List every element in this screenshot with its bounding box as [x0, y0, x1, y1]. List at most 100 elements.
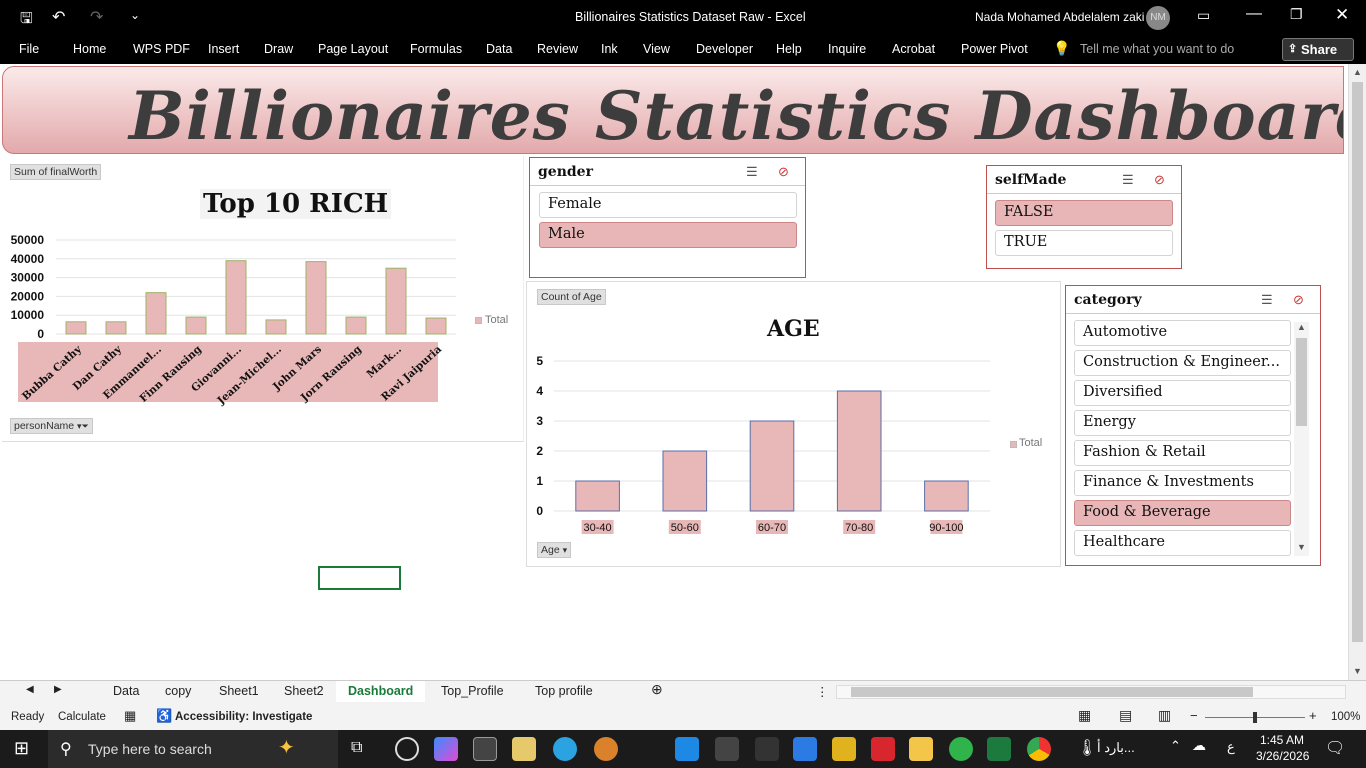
- accessibility-status[interactable]: Accessibility: Investigate: [175, 711, 312, 723]
- category-item-diversified[interactable]: Diversified: [1074, 380, 1291, 406]
- scroll-down-icon[interactable]: ▼: [1297, 542, 1306, 552]
- selfmade-item-true[interactable]: TRUE: [995, 230, 1173, 256]
- category-item-construction[interactable]: Construction & Engineer...: [1074, 350, 1291, 376]
- task-view-icon[interactable]: ⧉: [351, 739, 362, 757]
- tab-draw[interactable]: Draw: [264, 42, 293, 56]
- tab-copy[interactable]: copy: [165, 684, 191, 698]
- clear-filter-icon[interactable]: ⊘: [778, 164, 789, 180]
- vertical-scrollbar[interactable]: ▲ ▼: [1348, 64, 1366, 680]
- scroll-down-icon[interactable]: ▼: [1353, 666, 1362, 676]
- gender-slicer[interactable]: gender ☰ ⊘ Female Male: [529, 157, 806, 278]
- scroll-thumb[interactable]: [1296, 338, 1307, 426]
- clear-filter-icon[interactable]: ⊘: [1293, 292, 1304, 308]
- clock-time[interactable]: 1:45 AM: [1260, 733, 1304, 747]
- tab-formulas[interactable]: Formulas: [410, 42, 462, 56]
- tab-dashboard[interactable]: Dashboard: [336, 681, 426, 703]
- gender-item-male[interactable]: Male: [539, 222, 797, 248]
- tab-review[interactable]: Review: [537, 42, 578, 56]
- clear-filter-icon[interactable]: ⊘: [1154, 172, 1165, 188]
- weather-icon[interactable]: 🌡: [1077, 738, 1097, 758]
- zoom-in-icon[interactable]: +: [1309, 708, 1317, 723]
- tab-page-layout[interactable]: Page Layout: [318, 42, 388, 56]
- terminal-icon[interactable]: [473, 737, 497, 761]
- status-calculate[interactable]: Calculate: [58, 711, 106, 723]
- excel-icon[interactable]: [987, 737, 1011, 761]
- app-icon[interactable]: [594, 737, 618, 761]
- clock-date[interactable]: 3/26/2026: [1256, 749, 1309, 763]
- tab-ink[interactable]: Ink: [601, 42, 618, 56]
- tab-home[interactable]: Home: [73, 42, 106, 56]
- tab-sheet1[interactable]: Sheet1: [219, 684, 259, 698]
- wps-icon[interactable]: [871, 737, 895, 761]
- top-rich-chart[interactable]: Sum of finalWorth Top 10 RICH 0 10000 2000…: [2, 156, 524, 442]
- tab-top-profile[interactable]: Top profile: [535, 684, 593, 698]
- multi-select-icon[interactable]: ☰: [746, 164, 758, 180]
- category-slicer[interactable]: category ☰ ⊘ Automotive Construction & E…: [1065, 285, 1321, 566]
- file-explorer-icon[interactable]: [909, 737, 933, 761]
- minimize-icon[interactable]: —: [1246, 5, 1262, 23]
- category-item-finance[interactable]: Finance & Investments: [1074, 470, 1291, 496]
- store-icon[interactable]: [512, 737, 536, 761]
- undo-icon[interactable]: ↶: [52, 7, 65, 27]
- category-item-energy[interactable]: Energy: [1074, 410, 1291, 436]
- horizontal-scrollbar[interactable]: [836, 685, 1346, 699]
- tab-file[interactable]: File: [19, 42, 39, 56]
- autosave-icon[interactable]: 🖫: [20, 8, 33, 33]
- active-cell[interactable]: [318, 566, 401, 590]
- app-icon[interactable]: [832, 737, 856, 761]
- tab-inquire[interactable]: Inquire: [828, 42, 866, 56]
- age-chart[interactable]: Count of Age AGE 0 1 2 3 4 5 30-40 50-60 60-70 70…: [526, 281, 1061, 567]
- share-button[interactable]: ⇪ Share: [1282, 38, 1354, 61]
- scroll-up-icon[interactable]: ▲: [1353, 67, 1362, 77]
- hscroll-thumb[interactable]: [851, 687, 1253, 697]
- category-item-fashion[interactable]: Fashion & Retail: [1074, 440, 1291, 466]
- user-name[interactable]: Nada Mohamed Abdelalem zaki: [975, 10, 1144, 24]
- tab-developer[interactable]: Developer: [696, 42, 753, 56]
- whatsapp-icon[interactable]: [949, 737, 973, 761]
- tab-wps-pdf[interactable]: WPS PDF: [133, 42, 190, 56]
- windows-start-icon[interactable]: ⊞: [14, 738, 29, 759]
- multi-select-icon[interactable]: ☰: [1122, 172, 1134, 188]
- dashboard-banner[interactable]: Billionaires Statistics Dashboard - 2: [2, 66, 1344, 154]
- taskbar-search[interactable]: ⚲ Type here to search ✦: [48, 730, 338, 768]
- tray-chevron-icon[interactable]: ⌃: [1170, 738, 1181, 754]
- scroll-thumb[interactable]: [1352, 82, 1363, 642]
- multi-select-icon[interactable]: ☰: [1261, 292, 1273, 308]
- zoom-level[interactable]: 100%: [1331, 711, 1360, 723]
- zoom-slider-thumb[interactable]: [1253, 712, 1257, 723]
- onedrive-icon[interactable]: ☁: [1192, 737, 1206, 754]
- page-layout-view-icon[interactable]: ▤: [1119, 707, 1132, 724]
- page-break-view-icon[interactable]: ▥: [1158, 707, 1171, 724]
- close-icon[interactable]: ✕: [1335, 5, 1349, 25]
- add-sheet-icon[interactable]: ⊕: [651, 681, 663, 698]
- tab-insert[interactable]: Insert: [208, 42, 239, 56]
- category-scrollbar[interactable]: ▲ ▼: [1294, 322, 1309, 556]
- azure-icon[interactable]: [793, 737, 817, 761]
- notifications-icon[interactable]: 🗨: [1325, 738, 1345, 758]
- tab-top-profile-underscore[interactable]: Top_Profile: [441, 684, 504, 698]
- restore-icon[interactable]: ❐: [1290, 6, 1303, 23]
- ribbon-display-icon[interactable]: ▭: [1197, 7, 1210, 24]
- vscode-icon[interactable]: [675, 737, 699, 761]
- age-filter-button[interactable]: Age ▾: [537, 542, 572, 558]
- customize-qat-icon[interactable]: ⌄: [130, 8, 140, 22]
- zoom-slider[interactable]: [1205, 712, 1305, 723]
- tab-sheet2[interactable]: Sheet2: [284, 684, 324, 698]
- selfmade-item-false[interactable]: FALSE: [995, 200, 1173, 226]
- tab-data-sheet[interactable]: Data: [113, 684, 139, 698]
- tell-me-input[interactable]: Tell me what you want to do: [1080, 42, 1234, 56]
- zoom-out-icon[interactable]: −: [1190, 708, 1198, 723]
- telegram-icon[interactable]: [553, 737, 577, 761]
- scroll-up-icon[interactable]: ▲: [1297, 322, 1306, 332]
- gender-item-female[interactable]: Female: [539, 192, 797, 218]
- redo-icon[interactable]: ↷: [90, 7, 103, 27]
- category-item-automotive[interactable]: Automotive: [1074, 320, 1291, 346]
- tab-data[interactable]: Data: [486, 42, 512, 56]
- tab-acrobat[interactable]: Acrobat: [892, 42, 935, 56]
- category-item-food[interactable]: Food & Beverage: [1074, 500, 1291, 526]
- normal-view-icon[interactable]: ▦: [1078, 707, 1091, 724]
- copilot-icon[interactable]: [434, 737, 458, 761]
- avatar[interactable]: NM: [1146, 6, 1170, 30]
- tab-power-pivot[interactable]: Power Pivot: [961, 42, 1028, 56]
- next-sheet-icon[interactable]: ▶: [54, 684, 62, 695]
